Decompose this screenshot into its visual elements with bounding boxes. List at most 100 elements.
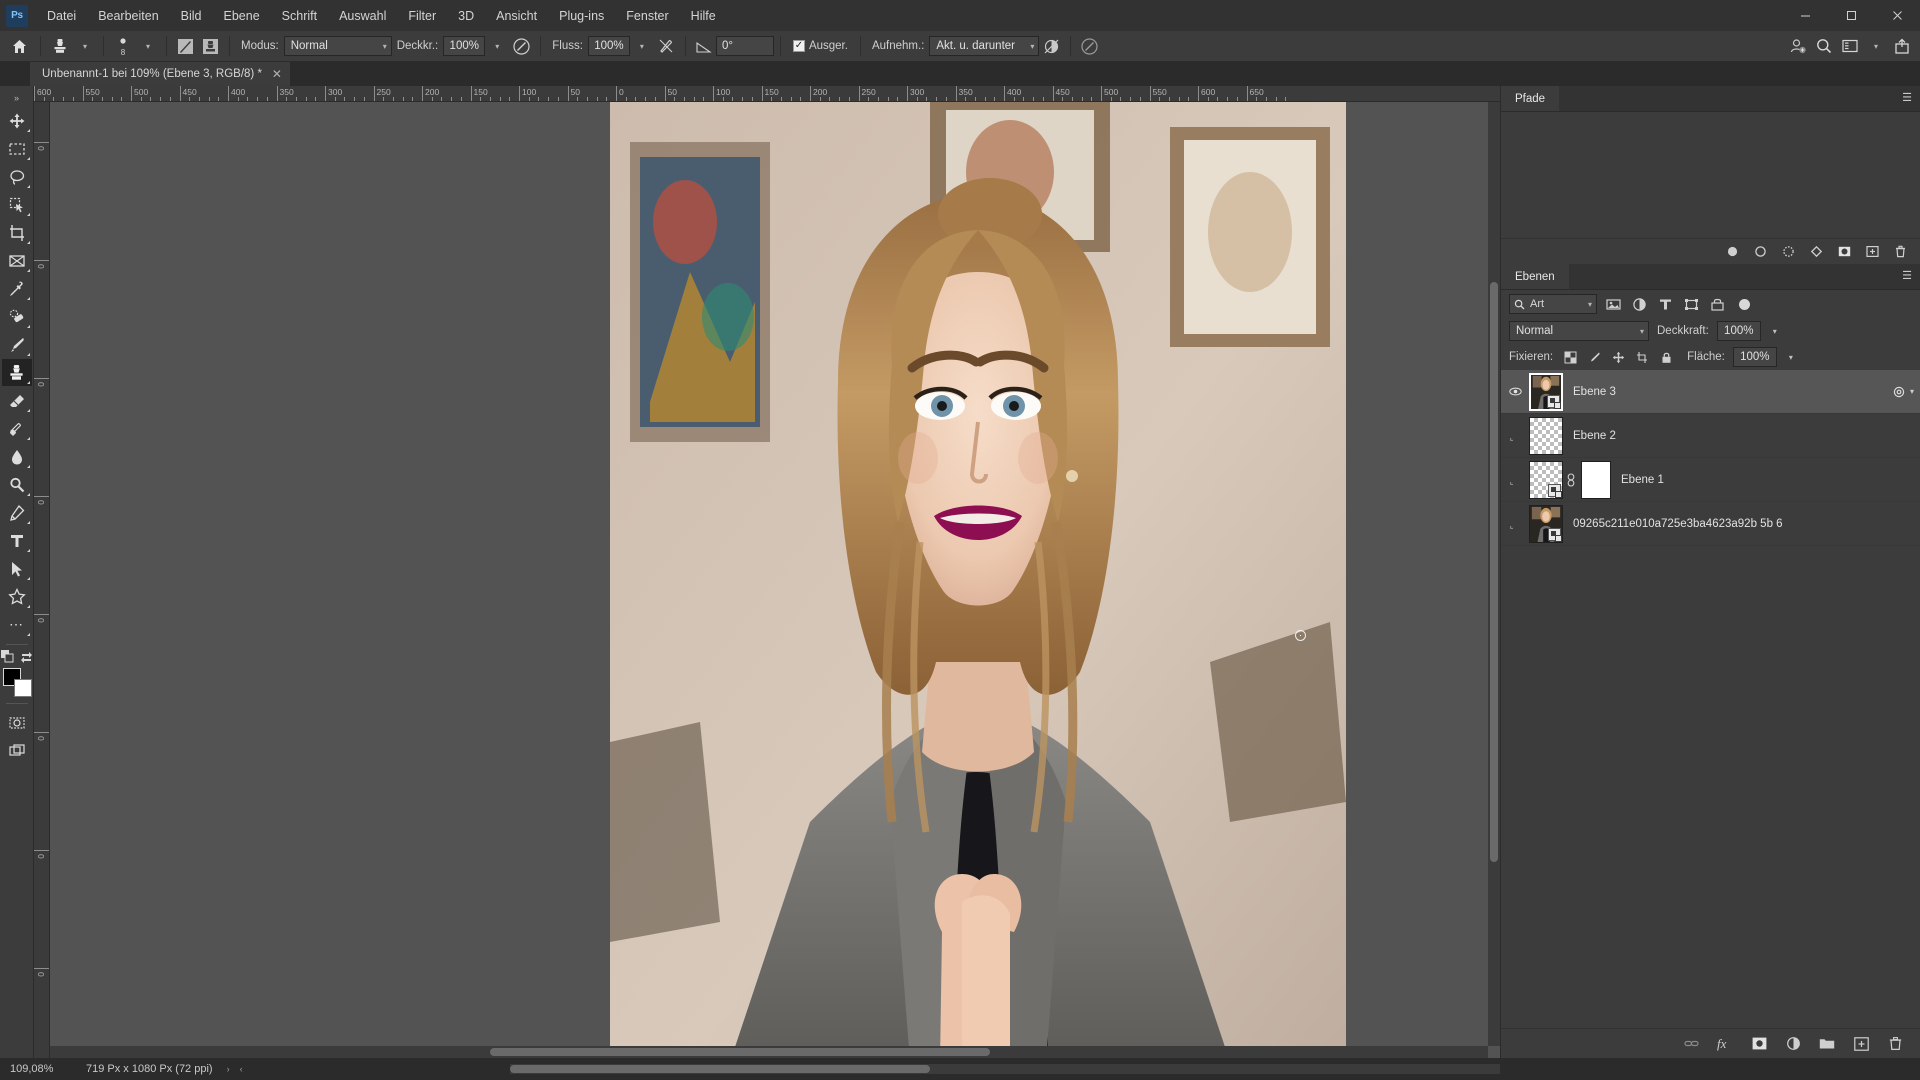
new-layer-icon[interactable] (1852, 1035, 1870, 1053)
menu-item-hilfe[interactable]: Hilfe (680, 5, 727, 27)
expand-chevron-icon[interactable]: ▾ (1910, 387, 1914, 396)
layer-visibility-toggle[interactable] (1503, 429, 1527, 442)
spot-healing-brush-tool[interactable] (2, 303, 32, 330)
edit-toolbar-button[interactable]: ⋯ (2, 611, 32, 638)
frame-tool[interactable] (2, 247, 32, 274)
delete-path-icon[interactable] (1892, 244, 1908, 260)
default-colors-icon[interactable] (0, 650, 14, 663)
smart-object-filter-icon[interactable] (1708, 295, 1727, 314)
lock-image-pixels-icon[interactable] (1585, 348, 1603, 366)
quick-mask-icon[interactable] (2, 709, 32, 736)
path-selection-tool[interactable] (2, 555, 32, 582)
menu-item-ansicht[interactable]: Ansicht (485, 5, 548, 27)
opacity-input[interactable]: 100% (443, 36, 486, 56)
layer-thumbnail[interactable] (1529, 504, 1563, 543)
tab-ebenen[interactable]: Ebenen (1501, 264, 1569, 289)
canvas-background[interactable] (50, 102, 1488, 1046)
fill-chevron-icon[interactable]: ▾ (1783, 347, 1799, 367)
type-tool[interactable] (2, 527, 32, 554)
flow-chevron-icon[interactable]: ▾ (630, 34, 654, 58)
fill-path-icon[interactable] (1724, 244, 1740, 260)
custom-shape-tool[interactable] (2, 583, 32, 610)
make-work-path-icon[interactable] (1808, 244, 1824, 260)
new-group-icon[interactable] (1818, 1035, 1836, 1053)
zoom-level[interactable]: 109,08% (0, 1063, 78, 1075)
rectangular-marquee-tool[interactable] (2, 135, 32, 162)
menu-item-ebene[interactable]: Ebene (213, 5, 271, 27)
new-path-icon[interactable] (1864, 244, 1880, 260)
layer-thumbnail-group[interactable] (1529, 372, 1563, 411)
horizontal-ruler[interactable]: 600 550 500 450 400 350 300 250 200 150 100 50 0 50 10… (34, 86, 1500, 102)
shape-filter-icon[interactable] (1682, 295, 1701, 314)
new-adjustment-layer-icon[interactable] (1784, 1035, 1802, 1053)
layer-thumbnail-group[interactable] (1529, 416, 1563, 455)
workspace-icon[interactable] (1838, 34, 1862, 58)
quick-selection-tool[interactable] (2, 191, 32, 218)
menu-item-fenster[interactable]: Fenster (615, 5, 679, 27)
lock-transparent-pixels-icon[interactable] (1561, 348, 1579, 366)
eraser-tool[interactable] (2, 387, 32, 414)
document-image[interactable] (610, 102, 1346, 1046)
panel-menu-icon[interactable]: ☰ (1902, 93, 1912, 104)
close-icon[interactable]: ✕ (272, 67, 282, 81)
brush-panel-icon[interactable] (173, 34, 198, 58)
menu-item-plug-ins[interactable]: Plug-ins (548, 5, 615, 27)
search-icon[interactable] (1812, 34, 1836, 58)
document-tab[interactable]: Unbenannt-1 bei 109% (Ebene 3, RGB/8) * … (30, 62, 291, 86)
status-prev-arrow-icon[interactable]: ‹ (240, 1064, 243, 1074)
home-icon[interactable] (4, 34, 34, 58)
menu-item-auswahl[interactable]: Auswahl (328, 5, 397, 27)
tab-pfade[interactable]: Pfade (1501, 86, 1560, 111)
link-layers-icon[interactable] (1682, 1035, 1700, 1053)
lock-all-icon[interactable] (1657, 348, 1675, 366)
scrollbar-thumb[interactable] (510, 1065, 930, 1073)
panel-menu-icon[interactable]: ☰ (1902, 271, 1912, 282)
layer-thumbnail[interactable] (1529, 372, 1563, 411)
layer-fill-input[interactable]: 100% (1732, 347, 1777, 367)
layer-name[interactable]: Ebene 3 (1573, 386, 1616, 398)
crop-tool[interactable] (2, 219, 32, 246)
opacity-chevron-icon[interactable]: ▾ (485, 34, 509, 58)
layer-effects-icon[interactable] (1892, 385, 1906, 399)
sample-select[interactable]: Akt. u. darunter ▾ (929, 36, 1040, 56)
layer-row[interactable]: Ebene 3 ▾ (1501, 370, 1920, 414)
layer-name[interactable]: Ebene 2 (1573, 430, 1616, 442)
close-button[interactable] (1874, 0, 1920, 31)
collapse-toolbar-button[interactable]: » (2, 90, 32, 106)
pen-tool[interactable] (2, 499, 32, 526)
mask-icon[interactable] (1836, 244, 1852, 260)
user-add-icon[interactable] (1786, 34, 1810, 58)
layer-list[interactable]: Ebene 3 ▾ Ebene 2 Ebene 1 09265c211e010a725e… (1501, 370, 1920, 1028)
layer-filter-select[interactable]: Art ▾ (1509, 294, 1597, 314)
screen-mode-icon[interactable] (2, 737, 32, 764)
layer-row[interactable]: 09265c211e010a725e3ba4623a92b 5b 6 (1501, 502, 1920, 546)
swap-colors-icon[interactable] (20, 650, 33, 663)
adjustment-filter-icon[interactable] (1630, 295, 1649, 314)
brush-tool[interactable] (2, 331, 32, 358)
layer-thumbnail[interactable] (1529, 416, 1563, 455)
layer-thumbnail-group[interactable] (1529, 460, 1611, 499)
layer-name[interactable]: 09265c211e010a725e3ba4623a92b 5b 6 (1573, 518, 1783, 530)
layer-row[interactable]: Ebene 2 (1501, 414, 1920, 458)
layer-thumbnail[interactable] (1529, 460, 1563, 499)
canvas-horizontal-scrollbar[interactable] (50, 1046, 1488, 1058)
brush-preset-picker[interactable]: 8 (110, 33, 136, 59)
dodge-tool[interactable] (2, 471, 32, 498)
ignore-adjustment-layers-icon[interactable] (1039, 34, 1064, 58)
layer-opacity-input[interactable]: 100% (1716, 321, 1761, 341)
pressure-opacity-icon[interactable] (509, 34, 534, 58)
scrollbar-thumb[interactable] (1490, 282, 1498, 862)
status-scrollbar[interactable] (510, 1064, 1500, 1074)
move-tool[interactable] (2, 107, 32, 134)
angle-input[interactable]: 0° (715, 36, 774, 56)
document-size-info[interactable]: 719 Px x 1080 Px (72 ppi) (78, 1063, 213, 1075)
paths-list[interactable] (1501, 112, 1920, 238)
filter-enable-toggle[interactable] (1739, 298, 1750, 310)
brush-preset-chevron[interactable]: ▾ (136, 34, 160, 58)
lasso-tool[interactable] (2, 163, 32, 190)
layer-thumbnail-group[interactable] (1529, 504, 1563, 543)
chevron-down-icon[interactable]: ▾ (1864, 34, 1888, 58)
delete-layer-icon[interactable] (1886, 1035, 1904, 1053)
layer-visibility-toggle[interactable] (1503, 517, 1527, 530)
maximize-button[interactable] (1828, 0, 1874, 31)
